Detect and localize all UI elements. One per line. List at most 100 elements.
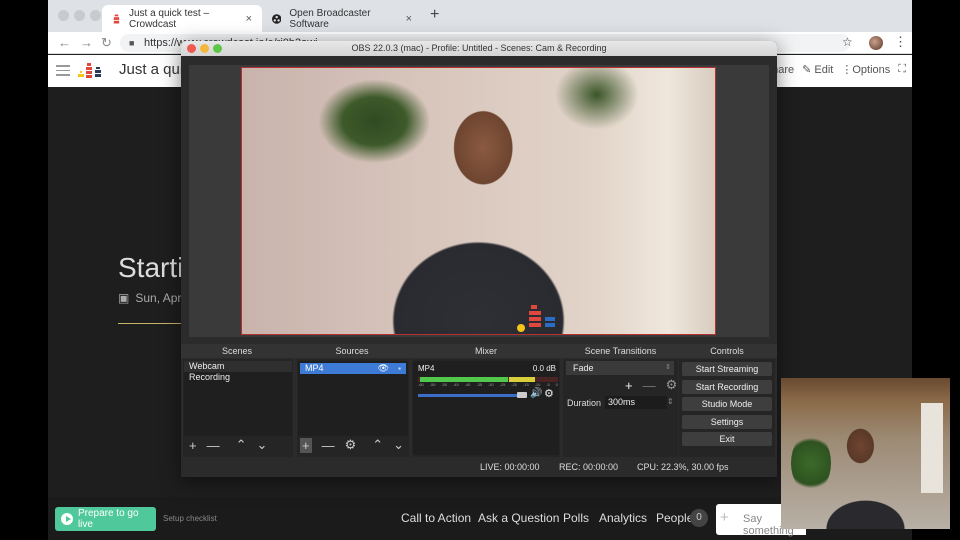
window-background — [921, 403, 943, 493]
mixer-source-name: MP4 — [418, 364, 435, 373]
tab-title: Just a quick test – Crowdcast — [128, 7, 210, 30]
hamburger-menu-icon[interactable] — [56, 65, 70, 79]
prepare-go-live-button[interactable]: Prepare to go live — [55, 507, 156, 531]
transition-select[interactable]: Fade ⇕ — [566, 361, 674, 375]
transitions-dock: Fade ⇕ + — ⚙ Duration 300ms ⇕ — [563, 359, 678, 457]
profile-avatar[interactable] — [869, 36, 883, 50]
cpu-fps: CPU: 22.3%, 30.00 fps — [637, 462, 729, 472]
controls-dock: Start Streaming Start Recording Studio M… — [679, 359, 775, 457]
source-properties-gear-icon[interactable]: ⚙ — [345, 437, 357, 453]
mixer-level: 0.0 dB — [532, 364, 556, 373]
nav-call-to-action[interactable]: Call to Action — [401, 511, 471, 525]
controls-header: Controls — [710, 346, 744, 356]
duration-value: 300ms — [608, 397, 636, 407]
duration-stepper[interactable]: ⇕ — [667, 397, 674, 406]
mixer-header: Mixer — [475, 346, 497, 356]
edit-label: Edit — [814, 64, 834, 76]
remove-source-icon[interactable]: — — [322, 438, 335, 453]
play-icon — [61, 513, 73, 525]
duration-label: Duration — [567, 398, 602, 408]
edit-button[interactable]: ✎ Edit — [802, 63, 833, 76]
close-tab-icon[interactable]: × — [406, 13, 412, 25]
remove-scene-icon[interactable]: — — [207, 438, 220, 453]
obs-minimize-button[interactable] — [200, 44, 209, 53]
move-up-icon[interactable]: ⌃ — [372, 437, 383, 453]
transitions-toolbar: + — ⚙ — [625, 377, 677, 393]
scenes-dock: Webcam Recording + — ⌃ ⌄ — [183, 359, 293, 457]
scene-item-recording[interactable]: Recording — [184, 372, 292, 383]
move-down-icon[interactable]: ⌄ — [257, 437, 268, 453]
obs-close-button[interactable] — [187, 44, 196, 53]
nav-analytics[interactable]: Analytics — [599, 511, 647, 525]
speaker-icon[interactable]: 🔊 — [530, 388, 542, 399]
move-up-icon[interactable]: ⌃ — [236, 437, 247, 453]
tab-crowdcast[interactable]: Just a quick test – Crowdcast × — [102, 5, 262, 32]
date-text: Sun, April — [135, 291, 187, 305]
start-recording-button[interactable]: Start Recording — [682, 380, 772, 394]
tick-label: -20 — [511, 382, 518, 387]
obs-titlebar: OBS 22.0.3 (mac) - Profile: Untitled - S… — [181, 41, 777, 56]
tick-label: -25 — [499, 382, 506, 387]
start-streaming-button[interactable]: Start Streaming — [682, 362, 772, 376]
tick-label: 0 — [555, 382, 558, 387]
obs-status-bar: LIVE: 00:00:00 REC: 00:00:00 CPU: 22.3%,… — [181, 459, 777, 477]
duration-input[interactable]: 300ms — [605, 396, 667, 409]
new-tab-button[interactable]: + — [430, 6, 439, 24]
live-timer: LIVE: 00:00:00 — [480, 462, 540, 472]
tick-label: -35 — [476, 382, 483, 387]
setup-checklist-link[interactable]: Setup checklist — [163, 514, 217, 523]
options-button[interactable]: ⋮Options — [841, 63, 890, 76]
close-window-button[interactable] — [58, 10, 69, 21]
exit-button[interactable]: Exit — [682, 432, 772, 446]
move-down-icon[interactable]: ⌄ — [393, 437, 404, 453]
pencil-icon: ✎ — [802, 64, 812, 76]
studio-mode-button[interactable]: Studio Mode — [682, 397, 772, 411]
obs-zoom-button[interactable] — [213, 44, 222, 53]
back-icon[interactable]: ← — [58, 35, 71, 50]
zoom-window-button[interactable] — [90, 10, 101, 21]
add-transition-icon[interactable]: + — [625, 378, 633, 393]
header-actions: Share ✎ Edit ⋮Options ⛶ — [765, 63, 906, 76]
transition-gear-icon[interactable]: ⚙ — [666, 377, 678, 393]
close-tab-icon[interactable]: × — [246, 13, 252, 25]
add-attachment-icon[interactable]: + — [720, 509, 729, 526]
reload-icon[interactable]: ↻ — [101, 35, 112, 51]
settings-button[interactable]: Settings — [682, 415, 772, 429]
volume-slider-handle[interactable] — [517, 392, 527, 398]
transitions-header: Scene Transitions — [584, 346, 657, 356]
sources-toolbar: + — ⚙ ⌃ ⌄ — [300, 437, 404, 453]
add-scene-icon[interactable]: + — [189, 438, 197, 453]
browser-menu-icon[interactable]: ⋮ — [894, 34, 907, 50]
video-preview — [241, 67, 716, 335]
mixer-panel: MP4 0.0 dB -60 -55 -50 -45 -40 -35 -30 -… — [413, 361, 559, 455]
source-item-mp4[interactable]: MP4 👁 ▪ — [300, 363, 406, 374]
dock-headers: Scenes Sources Mixer Scene Transitions C… — [181, 344, 777, 358]
eye-icon[interactable]: 👁 — [378, 363, 389, 374]
tab-title: Open Broadcaster Software — [289, 7, 371, 30]
remove-transition-icon[interactable]: — — [643, 378, 656, 393]
event-date: ▣ Sun, April — [118, 291, 187, 305]
minimize-window-button[interactable] — [74, 10, 85, 21]
heading-divider — [118, 323, 188, 324]
scenes-list: Webcam Recording — [184, 361, 292, 436]
sources-dock: MP4 👁 ▪ + — ⚙ ⌃ ⌄ — [297, 359, 409, 457]
tab-obs[interactable]: Open Broadcaster Software × — [262, 5, 422, 32]
preview-canvas[interactable] — [189, 65, 769, 337]
fullscreen-icon[interactable]: ⛶ — [898, 63, 906, 76]
mixer-gear-icon[interactable]: ⚙ — [544, 387, 554, 400]
volume-slider-track[interactable] — [418, 394, 518, 397]
forward-icon[interactable]: → — [80, 35, 93, 50]
obs-icon — [272, 13, 282, 24]
bookmark-star-icon[interactable]: ☆ — [842, 35, 853, 49]
nav-ask-question[interactable]: Ask a Question — [478, 511, 559, 525]
lock-icon[interactable]: ▪ — [398, 363, 401, 374]
sources-list: MP4 👁 ▪ — [298, 361, 408, 436]
obs-window: OBS 22.0.3 (mac) - Profile: Untitled - S… — [181, 41, 777, 477]
scene-item-webcam[interactable]: Webcam — [184, 361, 292, 372]
tick-label: -60 — [418, 382, 424, 387]
transition-selected: Fade — [573, 363, 594, 373]
nav-polls[interactable]: Polls — [563, 511, 589, 525]
add-source-icon[interactable]: + — [300, 437, 312, 453]
source-name: MP4 — [305, 363, 324, 373]
nav-people[interactable]: People — [656, 511, 693, 525]
